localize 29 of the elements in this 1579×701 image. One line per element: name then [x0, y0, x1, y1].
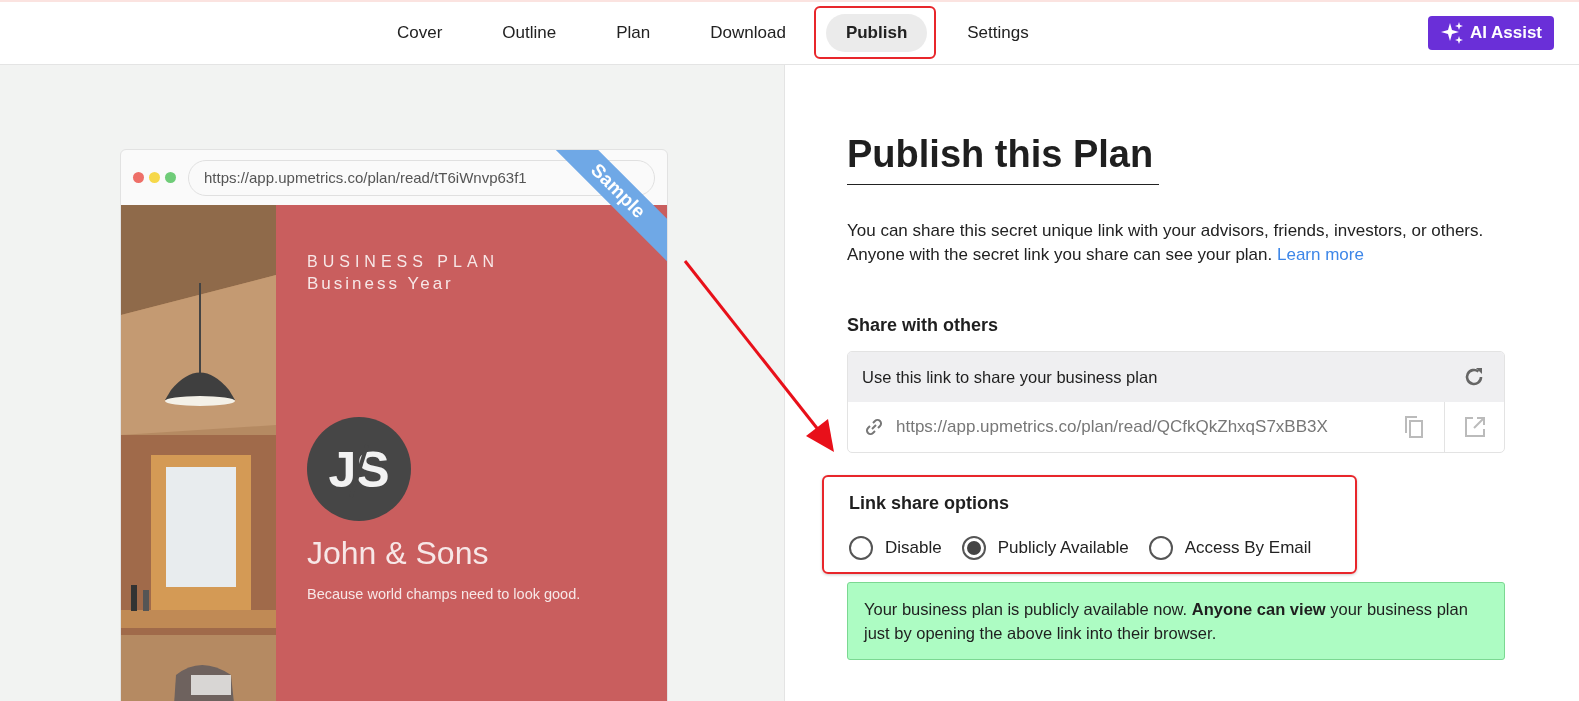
description: You can share this secret unique link with your advisors, friends, investors, or others. Anyone with the secret link you share can see your plan. Learn more — [847, 220, 1485, 266]
external-link-icon — [1463, 416, 1486, 438]
nav-tab[interactable]: Plan — [596, 14, 671, 52]
nav-tab[interactable]: Settings — [947, 14, 1049, 52]
cover-year: Business Year — [307, 274, 455, 294]
cover-eyebrow: BUSINESS PLAN — [307, 253, 501, 271]
nav-tab[interactable]: Download — [690, 14, 806, 52]
nav-tab[interactable]: Cover — [377, 14, 463, 52]
learn-more-link[interactable]: Learn more — [1277, 245, 1364, 264]
ai-assist-button[interactable]: AI Assist — [1427, 16, 1554, 50]
section-heading: Share with others — [847, 315, 1000, 336]
radio-option[interactable]: Publicly Available — [961, 536, 1129, 560]
company-name: John & Sons — [307, 535, 490, 572]
radio-option[interactable]: Disable — [849, 536, 942, 560]
tagline: Because world champs need to look good. — [307, 586, 582, 602]
radio-option[interactable]: Access By Email — [1148, 536, 1312, 560]
link-icon — [864, 417, 884, 437]
company-logo: JS — [307, 417, 411, 521]
copy-icon — [1403, 415, 1425, 439]
nav-tab[interactable]: Outline — [482, 14, 577, 52]
window-dot-icon — [149, 172, 160, 183]
page-title: Publish this Plan — [847, 133, 1159, 185]
nav-tab[interactable]: Publish — [825, 14, 928, 52]
window-dot-icon — [165, 172, 176, 183]
link-box-header: Use this link to share your business plan — [862, 367, 1158, 387]
window-dot-icon — [133, 172, 144, 183]
status-notice: Your business plan is publicly available now. Anyone can view your business plan just by opening the above link into their browser. — [847, 582, 1505, 660]
share-url: https://app.upmetrics.co/plan/read/QCfkQkZhxqS7xBB3X — [896, 417, 1329, 437]
section-heading: Link share options — [849, 493, 1011, 514]
